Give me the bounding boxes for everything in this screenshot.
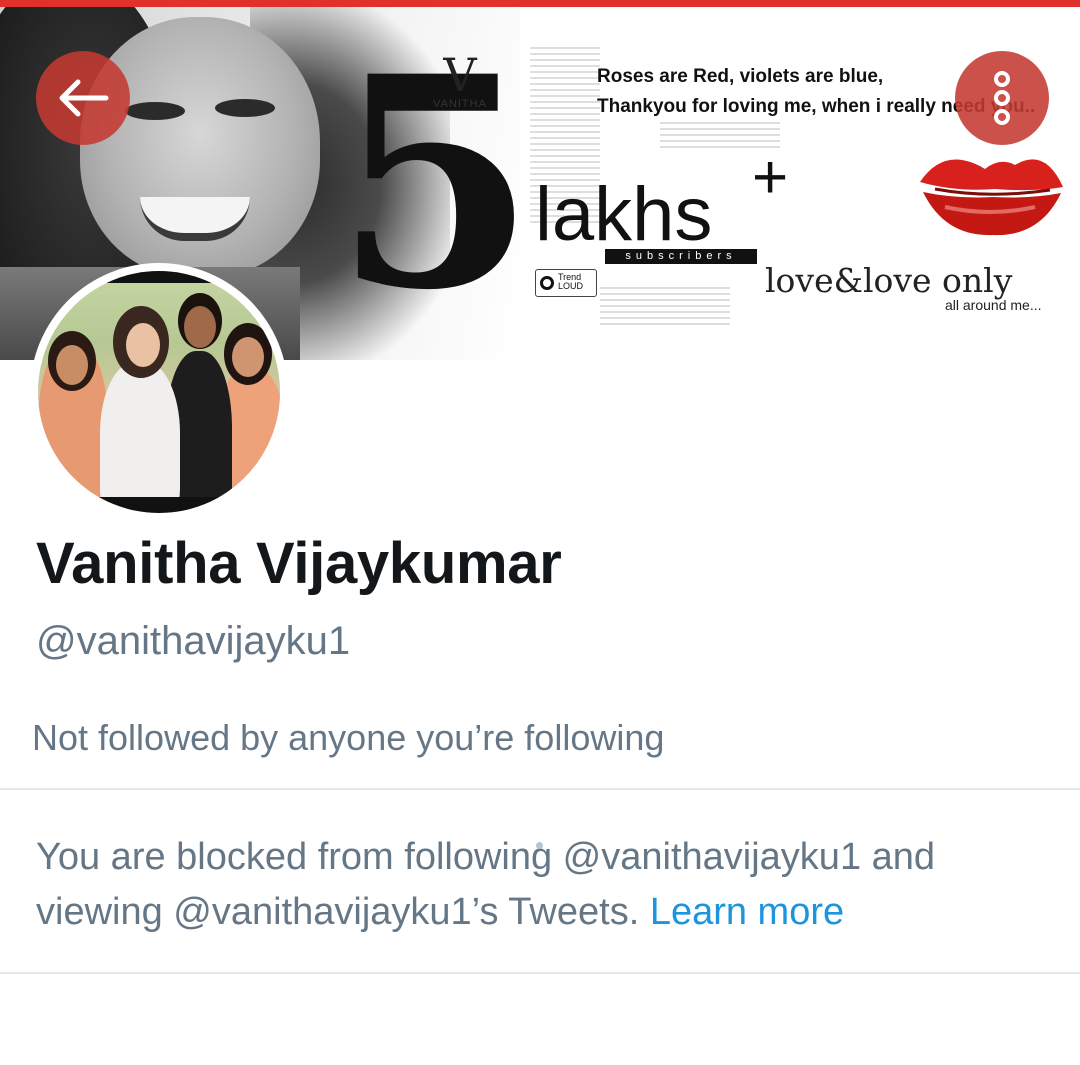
profile-display-name: Vanitha Vijaykumar xyxy=(36,531,562,596)
banner-plus-sign: + xyxy=(752,143,789,212)
brand-name: VANITHA xyxy=(433,98,487,110)
banner-love-line: love&love only xyxy=(765,261,1013,300)
banner-newsprint-decoration xyxy=(600,287,730,327)
avatar-photo xyxy=(38,271,280,513)
more-vertical-icon xyxy=(994,71,1010,125)
back-button[interactable] xyxy=(36,51,130,145)
followers-you-know-note: Not followed by anyone you’re following xyxy=(32,717,665,758)
section-divider xyxy=(0,972,1080,974)
trend-logo-icon xyxy=(540,276,554,290)
touch-indicator-dot xyxy=(536,842,543,849)
learn-more-link[interactable]: Learn more xyxy=(650,891,844,933)
banner-lakhs-text: lakhs xyxy=(535,172,713,257)
banner-trend-badge: Trend LOUD xyxy=(535,269,597,297)
arrow-left-icon xyxy=(59,79,109,117)
section-divider xyxy=(0,788,1080,790)
profile-handle: @vanithavijayku1 xyxy=(36,619,351,663)
banner-subscribers-label: subscribers xyxy=(605,249,757,264)
top-accent-stripe xyxy=(0,0,1080,7)
more-options-button[interactable] xyxy=(955,51,1049,145)
banner-brand-logo: V VANITHA xyxy=(420,52,500,110)
blocked-notice: You are blocked from following @vanithav… xyxy=(36,830,1056,940)
profile-avatar[interactable] xyxy=(30,263,288,521)
trend-badge-text: Trend LOUD xyxy=(558,272,584,291)
lips-kiss-icon xyxy=(920,159,1063,236)
brand-v-glyph: V xyxy=(443,48,477,102)
banner-around-line: all around me... xyxy=(945,297,1042,313)
